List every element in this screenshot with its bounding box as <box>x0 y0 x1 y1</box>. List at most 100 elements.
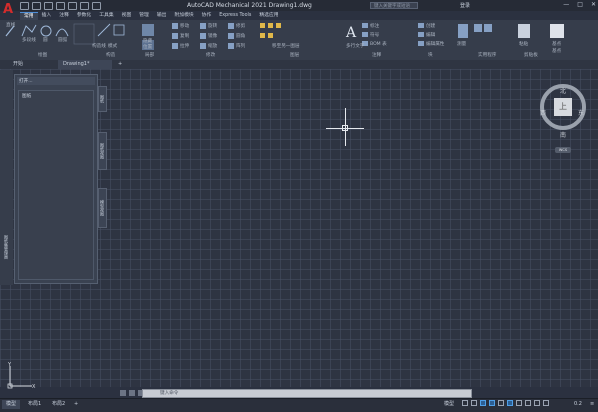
side-tab-model-views[interactable]: 模型视图 <box>98 188 107 228</box>
block-tool-create-label[interactable]: 创建 <box>426 23 435 29</box>
otrack-icon[interactable] <box>507 400 513 406</box>
tab-output[interactable]: 输出 <box>153 12 171 20</box>
model-space-toggle[interactable]: 模型 <box>440 400 458 409</box>
tab-annotate[interactable]: 注释 <box>55 12 73 20</box>
modify-tool-fillet-label[interactable]: 圆角 <box>236 33 245 39</box>
modify-tool-mirror-label[interactable]: 镜像 <box>208 33 217 39</box>
block-tool-edit-attributes-label[interactable]: 编辑属性 <box>426 41 444 47</box>
annotation-scale-icon[interactable] <box>543 400 549 406</box>
annotation-tool-symbol-label[interactable]: 符号 <box>370 32 379 38</box>
ortho-icon[interactable] <box>480 400 486 406</box>
undo-icon[interactable] <box>80 1 89 10</box>
document-tab-start[interactable]: 开始 <box>8 60 28 69</box>
tab-parametric[interactable]: 参数化 <box>73 12 95 20</box>
polyline-tool-icon <box>21 24 37 37</box>
current-layer-dropdown[interactable]: 移至另一图层 <box>272 43 300 49</box>
save-icon[interactable] <box>44 1 53 10</box>
tab-featured-apps[interactable]: 精选应用 <box>255 12 282 20</box>
customize-cmd-icon[interactable] <box>129 390 135 396</box>
viewcube-east[interactable]: 东 <box>578 108 584 117</box>
panel-label-base[interactable]: 基点 <box>552 48 561 54</box>
base-icon <box>550 24 564 38</box>
modify-tool-rotate-label[interactable]: 旋转 <box>208 23 217 29</box>
new-icon[interactable] <box>20 1 29 10</box>
panel-label-block[interactable]: 块 <box>428 52 433 58</box>
snap-icon[interactable] <box>471 400 477 406</box>
panel-label-layers[interactable]: 图层 <box>290 52 299 58</box>
tab-collaborate[interactable]: 协作 <box>198 12 216 20</box>
modify-tool-copy-label[interactable]: 复制 <box>180 33 189 39</box>
ucs-y-label: Y <box>7 362 12 368</box>
annotation-tool-bom-label[interactable]: BOM 表 <box>370 41 387 47</box>
polar-icon[interactable] <box>489 400 495 406</box>
annotation-tool-dimension-label[interactable]: 标注 <box>370 23 379 29</box>
modify-tool-trim-label[interactable]: 修剪 <box>236 23 245 29</box>
viewcube-face[interactable]: 上 <box>554 98 572 116</box>
annotation-tool-mtext-label[interactable]: 多行文字 <box>346 43 364 49</box>
tab-manage[interactable]: 管理 <box>135 12 153 20</box>
scale-readout[interactable]: 0.2 <box>570 400 586 409</box>
block-tool-edit-label[interactable]: 编辑 <box>426 32 435 38</box>
open-dropdown[interactable]: 打开... <box>19 78 33 84</box>
panel-label-construct[interactable]: 构造 <box>106 52 115 58</box>
login-button[interactable]: 登录 <box>460 2 470 9</box>
minimize-icon[interactable]: — <box>563 1 569 8</box>
modify-tool-array-label[interactable]: 阵列 <box>236 43 245 49</box>
arc-tool-icon <box>55 28 69 37</box>
ucs-icon: Y X <box>7 362 36 390</box>
autocad-logo-icon[interactable]: A <box>2 1 14 19</box>
tab-insert[interactable]: 插入 <box>38 12 56 20</box>
tab-toolsets[interactable]: 工具集 <box>95 12 117 20</box>
sheet-tree[interactable]: 图纸 <box>18 90 94 280</box>
window-controls: — □ ✕ <box>563 1 596 8</box>
utilities-tools-icons <box>458 24 492 38</box>
panel-label-draw[interactable]: 绘图 <box>38 52 47 58</box>
side-tab-sheets[interactable]: 图纸 <box>98 86 107 112</box>
redo-icon[interactable] <box>92 1 101 10</box>
base-tool-label[interactable]: 基点 <box>552 41 561 47</box>
close-cmd-icon[interactable] <box>120 390 126 396</box>
tab-view[interactable]: 视图 <box>118 12 136 20</box>
layout-tab-model[interactable]: 模型 <box>2 400 21 409</box>
maximize-icon[interactable]: □ <box>577 1 583 8</box>
layout-tab-layout1[interactable]: 布局1 <box>24 400 45 409</box>
grid-icon[interactable] <box>462 400 468 406</box>
search-input[interactable]: 键入关键字或短语 <box>370 2 418 9</box>
add-layout-icon[interactable]: + <box>70 400 82 409</box>
draw-tool-arc-label: 圆弧 <box>58 38 68 43</box>
tab-addins[interactable]: 附加模块 <box>170 12 197 20</box>
wcs-menu[interactable]: WCS <box>555 147 571 153</box>
viewcube-south[interactable]: 南 <box>560 130 566 139</box>
viewcube-west[interactable]: 西 <box>540 108 546 117</box>
tab-express-tools[interactable]: Express Tools <box>215 12 255 20</box>
panel-label-utilities[interactable]: 实用程序 <box>478 52 496 58</box>
crosshair-pickbox <box>342 125 348 131</box>
command-input[interactable]: 键入命令 <box>160 390 178 397</box>
open-icon[interactable] <box>32 1 41 10</box>
layout-tab-layout2[interactable]: 布局2 <box>48 400 69 409</box>
customize-status-icon[interactable]: ≡ <box>586 400 598 409</box>
saveas-icon[interactable] <box>56 1 65 10</box>
utilities-tool-measure-label[interactable]: 测量 <box>457 41 466 47</box>
tab-home[interactable]: 常用 <box>20 12 38 20</box>
selection-cycling-icon[interactable] <box>534 400 540 406</box>
panel-label-modify[interactable]: 修改 <box>206 52 215 58</box>
panel-label-detail[interactable]: 局部 <box>145 52 154 58</box>
sheets-node[interactable]: 图纸 <box>22 93 31 99</box>
new-tab-icon[interactable]: + <box>113 60 127 69</box>
panel-label-annotation[interactable]: 注释 <box>372 52 381 58</box>
side-tab-sheet-views[interactable]: 图纸视图 <box>98 132 107 170</box>
transparency-icon[interactable] <box>525 400 531 406</box>
panel-label-clipboard[interactable]: 剪贴板 <box>524 52 538 58</box>
close-icon[interactable]: ✕ <box>591 1 596 8</box>
modify-tool-move-label[interactable]: 移动 <box>180 23 189 29</box>
clipboard-tool-paste-label[interactable]: 粘贴 <box>519 41 528 47</box>
modify-tool-scale-label[interactable]: 缩放 <box>208 43 217 49</box>
print-icon[interactable] <box>68 1 77 10</box>
modify-tool-stretch-label[interactable]: 拉伸 <box>180 43 189 49</box>
osnap-icon[interactable] <box>498 400 504 406</box>
document-tab-drawing1[interactable]: Drawing1* <box>58 60 112 69</box>
command-line[interactable] <box>142 389 472 398</box>
lineweight-icon[interactable] <box>516 400 522 406</box>
viewcube-north[interactable]: 北 <box>560 86 566 95</box>
